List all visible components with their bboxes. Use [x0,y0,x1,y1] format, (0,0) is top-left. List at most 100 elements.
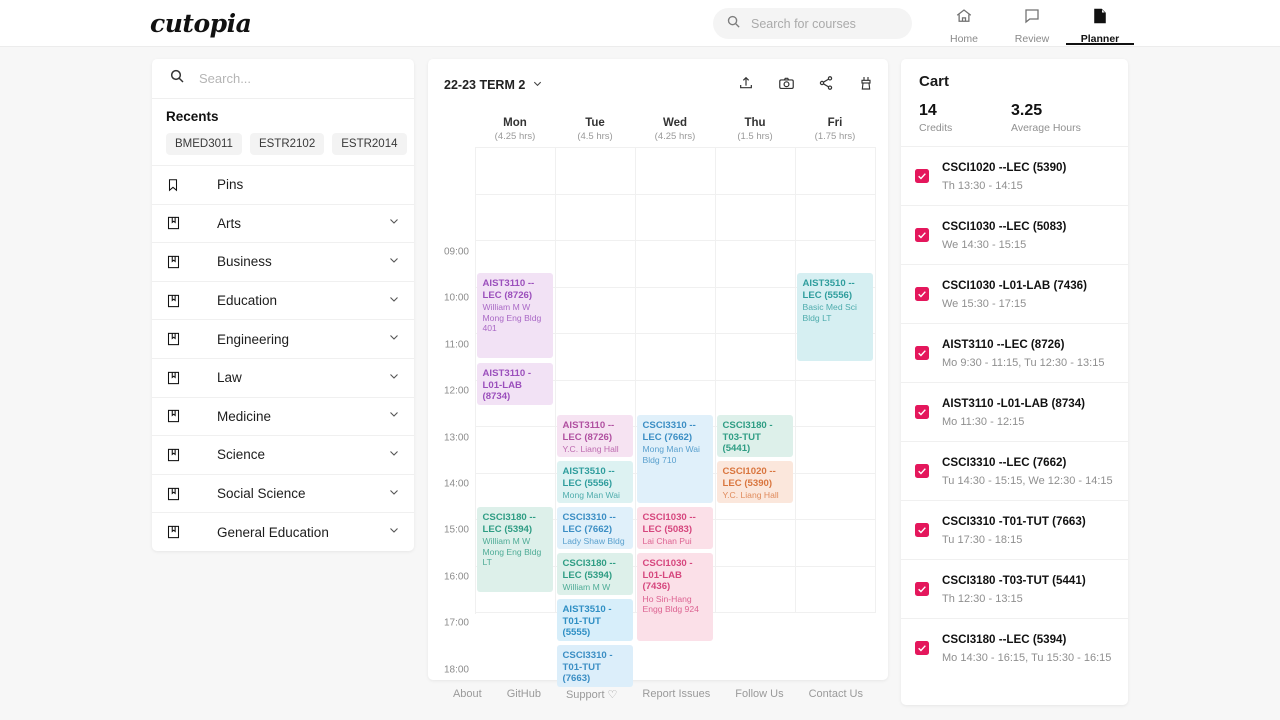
sidebar-item-education[interactable]: Education [152,281,414,320]
grid-cell[interactable] [716,195,796,242]
sidebar-item-business[interactable]: Business [152,242,414,281]
grid-cell[interactable] [796,427,876,474]
chevron-down-icon[interactable] [388,407,400,425]
cart-item-checkbox[interactable] [915,169,929,183]
calendar-event[interactable]: AIST3110 --LEC (8726)Y.C. Liang Hall 101 [557,415,633,457]
sidebar-item-arts[interactable]: Arts [152,204,414,243]
sidebar-item-pins[interactable]: Pins [152,165,414,204]
footer-link[interactable]: Support ♡ [566,688,617,701]
cart-item[interactable]: CSCI1020 --LEC (5390)Th 13:30 - 14:15 [901,146,1128,205]
grid-cell[interactable] [796,381,876,428]
grid-cell[interactable] [796,520,876,567]
calendar-event[interactable]: CSCI3310 -T01-TUT (7663)Lady Shaw Bldg [557,645,633,687]
sidebar-search[interactable] [152,59,414,99]
share-export-icon[interactable] [736,73,756,93]
sidebar-item-engineering[interactable]: Engineering [152,319,414,358]
chevron-down-icon[interactable] [388,485,400,503]
cart-item-checkbox[interactable] [915,346,929,360]
share-nodes-icon[interactable] [816,73,836,93]
footer-link[interactable]: About [453,688,482,701]
sidebar-item-science[interactable]: Science [152,435,414,474]
calendar-event[interactable]: AIST3510 -T01-TUT (5555)Lady Shaw Bldg L… [557,599,633,641]
calendar-event[interactable]: CSCI3180 -T03-TUT (5441)Science Centre [717,415,793,457]
cart-item[interactable]: CSCI1030 -L01-LAB (7436)We 15:30 - 17:15 [901,264,1128,323]
grid-cell[interactable] [796,195,876,242]
calendar-event[interactable]: CSCI3180 --LEC (5394)William M W Mong En… [477,507,553,592]
cart-item[interactable]: CSCI1030 --LEC (5083)We 14:30 - 15:15 [901,205,1128,264]
calendar-event[interactable]: CSCI3310 --LEC (7662)Lady Shaw Bldg LT3 [557,507,633,549]
sidebar-search-input[interactable] [199,71,379,86]
grid-cell[interactable] [476,148,556,195]
recent-chip[interactable]: BMED3011 [166,133,242,155]
grid-cell[interactable] [636,148,716,195]
sidebar-item-general-education[interactable]: General Education [152,512,414,551]
grid-cell[interactable] [796,148,876,195]
calendar-event[interactable]: CSCI3310 --LEC (7662)Mong Man Wai Bldg 7… [637,415,713,503]
grid-cell[interactable] [556,334,636,381]
nav-home[interactable]: Home [930,3,998,45]
grid-cell[interactable] [636,288,716,335]
grid-cell[interactable] [716,148,796,195]
cart-item-checkbox[interactable] [915,405,929,419]
calendar-event[interactable]: AIST3110 --LEC (8726)William M W Mong En… [477,273,553,358]
cart-item[interactable]: AIST3110 -L01-LAB (8734)Mo 11:30 - 12:15 [901,382,1128,441]
sidebar-item-law[interactable]: Law [152,358,414,397]
calendar-event[interactable]: AIST3510 --LEC (5556)Basic Med Sci Bldg … [797,273,873,361]
chevron-down-icon[interactable] [388,253,400,271]
nav-planner[interactable]: Planner [1066,3,1134,45]
calendar-event[interactable]: CSCI1020 --LEC (5390)Y.C. Liang Hall G04 [717,461,793,503]
grid-cell[interactable] [716,567,796,614]
clean-icon[interactable] [856,73,876,93]
chevron-down-icon[interactable] [388,369,400,387]
calendar-event[interactable]: CSCI1030 --LEC (5083)Lai Chan Pui Ngong … [637,507,713,549]
grid-cell[interactable] [476,427,556,474]
chevron-down-icon[interactable] [388,446,400,464]
recent-chip[interactable]: ESTR2102 [250,133,324,155]
header-search[interactable] [713,8,912,39]
calendar-event[interactable]: CSCI3180 --LEC (5394)William M W Mong En… [557,553,633,595]
cart-item-checkbox[interactable] [915,287,929,301]
cart-item[interactable]: AIST3110 --LEC (8726)Mo 9:30 - 11:15, Tu… [901,323,1128,382]
cart-item[interactable]: CSCI3180 -T03-TUT (5441)Th 12:30 - 13:15 [901,559,1128,618]
calendar-event[interactable]: AIST3510 --LEC (5556)Mong Man Wai Bldg 7… [557,461,633,503]
grid-cell[interactable] [476,195,556,242]
grid-cell[interactable] [716,520,796,567]
grid-cell[interactable] [716,241,796,288]
grid-cell[interactable] [556,241,636,288]
cart-item-checkbox[interactable] [915,464,929,478]
cart-item[interactable]: CSCI3310 --LEC (7662)Tu 14:30 - 15:15, W… [901,441,1128,500]
grid-cell[interactable] [636,195,716,242]
app-logo[interactable]: cutopia [150,9,251,38]
grid-cell[interactable] [556,288,636,335]
grid-cell[interactable] [716,288,796,335]
cart-item-checkbox[interactable] [915,582,929,596]
cart-item[interactable]: CSCI3180 --LEC (5394)Mo 14:30 - 16:15, T… [901,618,1128,677]
chevron-down-icon[interactable] [388,330,400,348]
nav-review[interactable]: Review [998,3,1066,45]
cart-item-checkbox[interactable] [915,228,929,242]
footer-link[interactable]: Follow Us [735,688,783,701]
chevron-down-icon[interactable] [388,523,400,541]
cart-item-checkbox[interactable] [915,523,929,537]
calendar-event[interactable]: AIST3110 -L01-LAB (8734)Y.C. Liang Hall [477,363,553,405]
term-selector[interactable]: 22-23 TERM 2 [444,78,543,92]
footer-link[interactable]: Contact Us [809,688,863,701]
grid-cell[interactable] [796,474,876,521]
cart-item[interactable]: CSCI3310 -T01-TUT (7663)Tu 17:30 - 18:15 [901,500,1128,559]
cart-item-checkbox[interactable] [915,641,929,655]
calendar-event[interactable]: CSCI1030 -L01-LAB (7436)Ho Sin-Hang Engg… [637,553,713,641]
sidebar-item-social-science[interactable]: Social Science [152,474,414,513]
recent-chip[interactable]: ESTR2014 [332,133,406,155]
grid-cell[interactable] [636,241,716,288]
camera-icon[interactable] [776,73,796,93]
chevron-down-icon[interactable] [388,292,400,310]
search-input[interactable] [751,17,891,31]
chevron-down-icon[interactable] [388,214,400,232]
grid-cell[interactable] [716,334,796,381]
footer-link[interactable]: GitHub [507,688,541,701]
sidebar-item-medicine[interactable]: Medicine [152,397,414,436]
grid-cell[interactable] [556,195,636,242]
grid-cell[interactable] [636,334,716,381]
footer-link[interactable]: Report Issues [642,688,710,701]
grid-cell[interactable] [796,567,876,614]
